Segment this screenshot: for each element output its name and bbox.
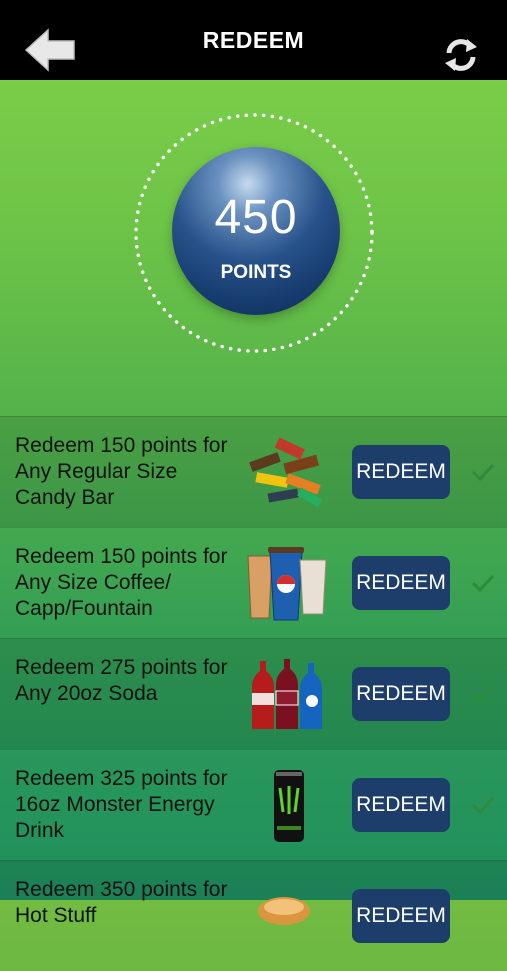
checkmark-icon xyxy=(471,574,495,593)
checkmark-icon xyxy=(471,463,495,482)
candy-bars-image xyxy=(249,437,323,508)
cups-image xyxy=(247,547,327,621)
list-item: Redeem 325 points for 16oz Monster Energ… xyxy=(0,749,507,860)
checkmark-icon xyxy=(471,796,495,815)
energy-drink-can-image xyxy=(274,770,304,842)
checkmark-icon xyxy=(471,685,495,704)
food-image xyxy=(258,897,310,925)
redeem-button[interactable]: REDEEM xyxy=(352,889,450,943)
soda-bottles-image xyxy=(252,659,322,729)
reward-description: Redeem 350 points for Hot Stuff xyxy=(15,878,228,927)
points-value: 450 xyxy=(214,191,298,244)
reward-description: Redeem 275 points for Any 20oz Soda xyxy=(15,656,228,705)
redeem-button[interactable]: REDEEM xyxy=(352,778,450,832)
list-item: Redeem 150 points for Any Size Coffee/ C… xyxy=(0,527,507,638)
points-label: POINTS xyxy=(220,262,292,283)
page-title: REDEEM xyxy=(202,26,305,53)
list-item: Redeem 275 points for Any 20oz Soda REDE… xyxy=(0,638,507,749)
reward-description: Redeem 325 points for 16oz Monster Energ… xyxy=(15,767,228,842)
list-item: Redeem 150 points for Any Regular Size C… xyxy=(0,416,507,527)
refresh-icon[interactable] xyxy=(441,35,481,75)
list-item: Redeem 350 points for Hot Stuff REDEEM xyxy=(0,860,507,971)
redeem-button[interactable]: REDEEM xyxy=(352,445,450,499)
rewards-list: Redeem 150 points for Any Regular Size C… xyxy=(0,416,507,971)
reward-description: Redeem 150 points for Any Size Coffee/ C… xyxy=(15,545,228,620)
reward-description: Redeem 150 points for Any Regular Size C… xyxy=(15,434,228,509)
redeem-button[interactable]: REDEEM xyxy=(352,556,450,610)
back-arrow-icon[interactable] xyxy=(24,26,76,74)
top-bar: REDEEM xyxy=(0,0,507,80)
redeem-button[interactable]: REDEEM xyxy=(352,667,450,721)
